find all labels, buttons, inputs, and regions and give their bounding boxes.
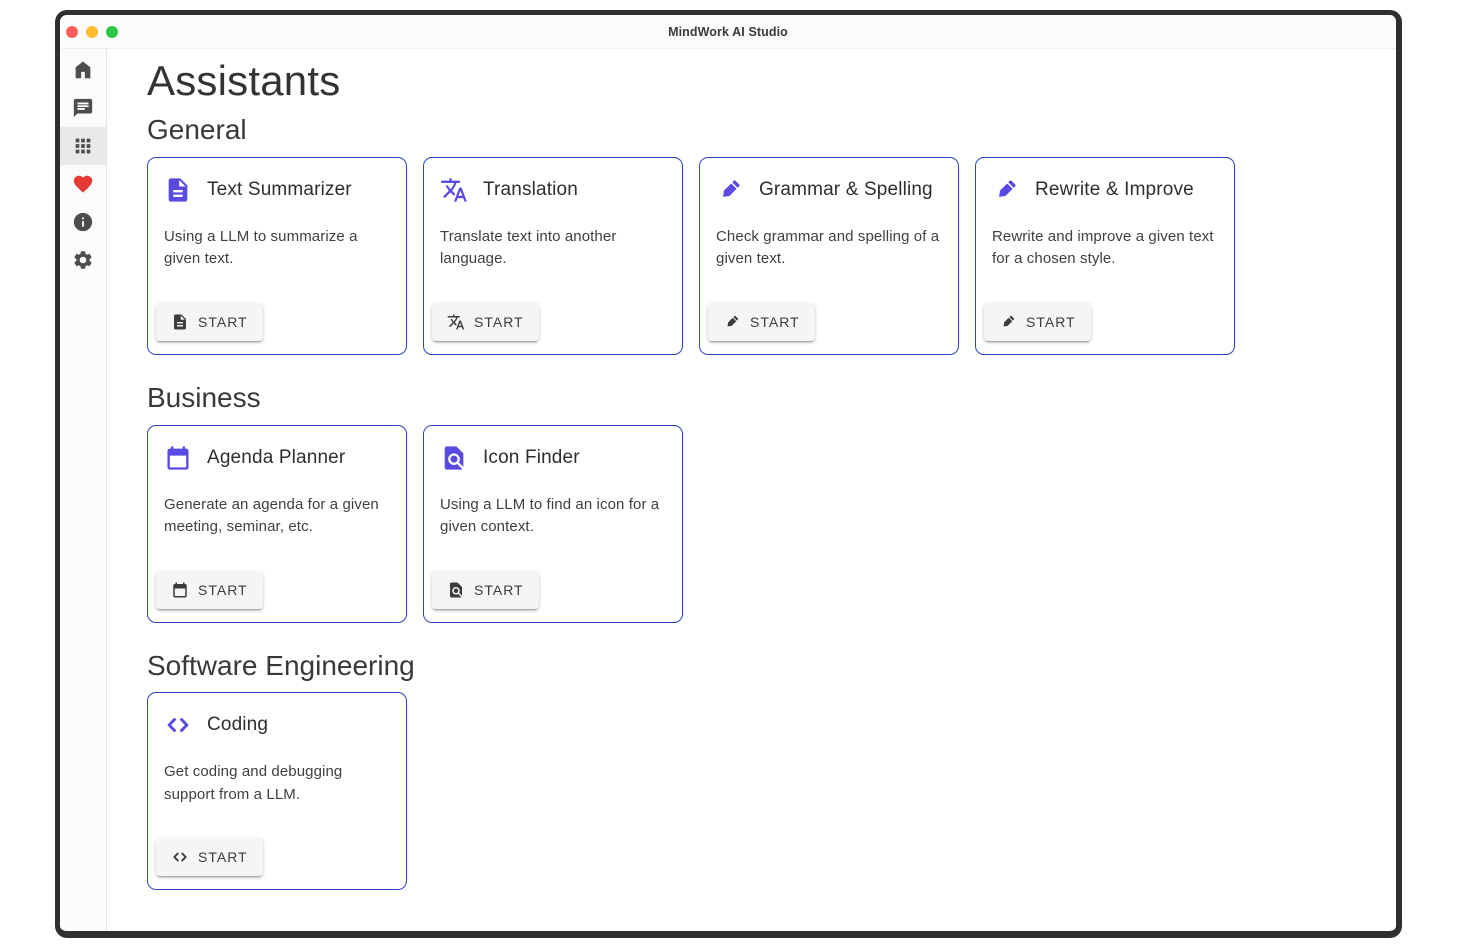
calendar-icon bbox=[164, 444, 192, 472]
card-row: Coding Get coding and debugging support … bbox=[147, 692, 1372, 890]
sidebar-item-about[interactable] bbox=[60, 203, 106, 241]
code-icon bbox=[171, 848, 189, 866]
start-button-label: START bbox=[198, 849, 248, 865]
title-bar: MindWork AI Studio bbox=[60, 15, 1396, 49]
card-description: Check grammar and spelling of a given te… bbox=[700, 204, 958, 295]
pencil-icon bbox=[992, 176, 1020, 204]
start-button[interactable]: START bbox=[432, 303, 539, 341]
translate-icon bbox=[440, 176, 468, 204]
section-title: Software Engineering bbox=[147, 649, 1372, 683]
assistant-section: Software Engineering Coding Get coding a… bbox=[147, 649, 1372, 891]
start-button-label: START bbox=[474, 582, 524, 598]
start-button-label: START bbox=[198, 582, 248, 598]
card-row: Agenda Planner Generate an agenda for a … bbox=[147, 425, 1372, 623]
card-title: Grammar & Spelling bbox=[759, 179, 933, 201]
sidebar-item-home[interactable] bbox=[60, 51, 106, 89]
info-icon bbox=[72, 211, 94, 233]
gear-icon bbox=[72, 249, 94, 271]
document-icon bbox=[171, 313, 189, 331]
card-actions: START bbox=[148, 563, 406, 622]
card-actions: START bbox=[148, 830, 406, 889]
sidebar bbox=[60, 49, 107, 931]
start-button[interactable]: START bbox=[984, 303, 1091, 341]
traffic-lights bbox=[60, 26, 118, 38]
assistant-section: General Text Summarizer Using a LLM to s… bbox=[147, 113, 1372, 355]
start-button[interactable]: START bbox=[708, 303, 815, 341]
heart-icon bbox=[72, 173, 94, 195]
pencil-icon bbox=[716, 176, 744, 204]
card-title: Rewrite & Improve bbox=[1035, 179, 1194, 201]
card-header: Grammar & Spelling bbox=[700, 158, 958, 204]
card-header: Rewrite & Improve bbox=[976, 158, 1234, 204]
card-title: Translation bbox=[483, 179, 578, 201]
card-actions: START bbox=[424, 295, 682, 354]
card-header: Translation bbox=[424, 158, 682, 204]
app-window: MindWork AI Studio Assistants General Te… bbox=[55, 10, 1402, 938]
card-title: Icon Finder bbox=[483, 447, 580, 469]
card-description: Using a LLM to summarize a given text. bbox=[148, 204, 406, 295]
card-row: Text Summarizer Using a LLM to summarize… bbox=[147, 157, 1372, 355]
code-icon bbox=[164, 711, 192, 739]
close-button[interactable] bbox=[66, 26, 78, 38]
window-title: MindWork AI Studio bbox=[60, 25, 1396, 39]
apps-grid-icon bbox=[72, 135, 94, 157]
start-button[interactable]: START bbox=[156, 303, 263, 341]
assistant-card[interactable]: Translation Translate text into another … bbox=[423, 157, 683, 355]
sidebar-item-assistants[interactable] bbox=[60, 127, 106, 165]
calendar-icon bbox=[171, 581, 189, 599]
assistant-card[interactable]: Text Summarizer Using a LLM to summarize… bbox=[147, 157, 407, 355]
card-actions: START bbox=[700, 295, 958, 354]
card-title: Text Summarizer bbox=[207, 179, 352, 201]
card-description: Using a LLM to find an icon for a given … bbox=[424, 472, 682, 563]
card-description: Rewrite and improve a given text for a c… bbox=[976, 204, 1234, 295]
start-button[interactable]: START bbox=[156, 571, 263, 609]
card-header: Agenda Planner bbox=[148, 426, 406, 472]
card-actions: START bbox=[148, 295, 406, 354]
assistant-card[interactable]: Icon Finder Using a LLM to find an icon … bbox=[423, 425, 683, 623]
card-actions: START bbox=[976, 295, 1234, 354]
start-button-label: START bbox=[198, 314, 248, 330]
start-button[interactable]: START bbox=[432, 571, 539, 609]
pencil-icon bbox=[999, 313, 1017, 331]
card-actions: START bbox=[424, 563, 682, 622]
minimize-button[interactable] bbox=[86, 26, 98, 38]
icon-search-icon bbox=[440, 444, 468, 472]
pencil-icon bbox=[723, 313, 741, 331]
sidebar-item-supporters[interactable] bbox=[60, 165, 106, 203]
icon-search-icon bbox=[447, 581, 465, 599]
assistant-card[interactable]: Agenda Planner Generate an agenda for a … bbox=[147, 425, 407, 623]
section-title: General bbox=[147, 113, 1372, 147]
page-title: Assistants bbox=[147, 56, 1372, 106]
zoom-button[interactable] bbox=[106, 26, 118, 38]
start-button[interactable]: START bbox=[156, 838, 263, 876]
start-button-label: START bbox=[750, 314, 800, 330]
card-header: Icon Finder bbox=[424, 426, 682, 472]
start-button-label: START bbox=[474, 314, 524, 330]
sidebar-item-settings[interactable] bbox=[60, 241, 106, 279]
section-title: Business bbox=[147, 381, 1372, 415]
document-icon bbox=[164, 176, 192, 204]
main-content: Assistants General Text Summarizer Using… bbox=[107, 49, 1396, 931]
chat-icon bbox=[72, 97, 94, 119]
card-title: Agenda Planner bbox=[207, 447, 345, 469]
card-title: Coding bbox=[207, 714, 268, 736]
sidebar-item-chats[interactable] bbox=[60, 89, 106, 127]
start-button-label: START bbox=[1026, 314, 1076, 330]
assistant-section: Business Agenda Planner Generate an agen… bbox=[147, 381, 1372, 623]
home-icon bbox=[72, 59, 94, 81]
card-header: Coding bbox=[148, 693, 406, 739]
assistant-card[interactable]: Grammar & Spelling Check grammar and spe… bbox=[699, 157, 959, 355]
card-description: Generate an agenda for a given meeting, … bbox=[148, 472, 406, 563]
card-description: Get coding and debugging support from a … bbox=[148, 739, 406, 830]
translate-icon bbox=[447, 313, 465, 331]
card-header: Text Summarizer bbox=[148, 158, 406, 204]
assistant-card[interactable]: Rewrite & Improve Rewrite and improve a … bbox=[975, 157, 1235, 355]
assistant-card[interactable]: Coding Get coding and debugging support … bbox=[147, 692, 407, 890]
card-description: Translate text into another language. bbox=[424, 204, 682, 295]
